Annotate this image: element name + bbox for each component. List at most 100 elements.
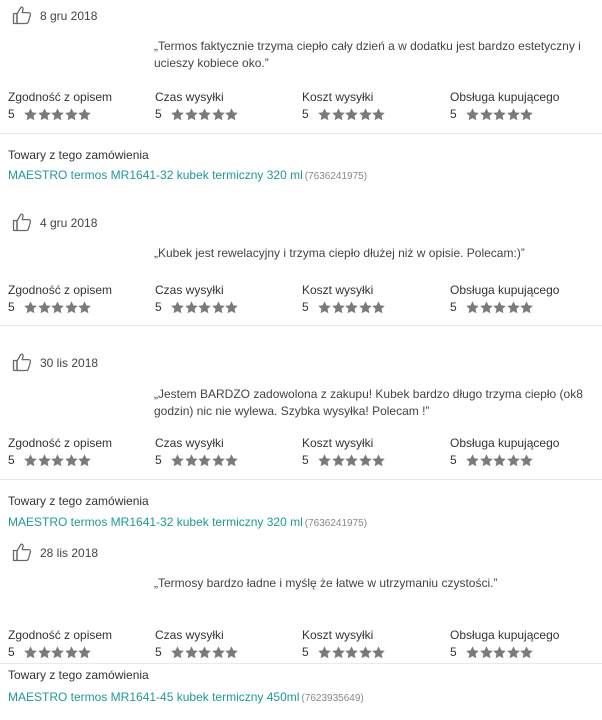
review-comment: „Termos faktycznie trzyma ciepło cały dz… [154, 39, 581, 70]
star-icon [345, 300, 358, 314]
review-comment: „Kubek jest rewelacyjny i trzyma ciepło … [154, 246, 525, 260]
rating-label: Koszt wysyłki [302, 628, 374, 642]
star-rating [318, 453, 386, 467]
star-icon [171, 107, 184, 121]
star-icon [184, 107, 198, 121]
rating-score: 5 [8, 453, 15, 467]
rating-column: Zgodność z opisem 5 [8, 628, 148, 659]
star-icon [520, 453, 534, 467]
rating-score: 5 [302, 107, 309, 121]
star-icon [51, 645, 64, 659]
star-icon [184, 645, 198, 659]
review-date: 28 lis 2018 [40, 546, 99, 560]
rating-row: 5 [302, 453, 442, 467]
rating-label: Czas wysyłki [155, 436, 224, 450]
rating-row: 5 [155, 453, 295, 467]
star-icon [493, 645, 506, 659]
rating-row: 5 [302, 645, 442, 659]
rating-score: 5 [302, 300, 309, 314]
star-icon [51, 453, 64, 467]
review-header: 4 gru 2018 [12, 211, 97, 233]
rating-column: Obsługa kupującego 5 [450, 90, 590, 121]
review-date: 8 gru 2018 [40, 9, 98, 23]
divider [0, 663, 602, 664]
rating-row: 5 [450, 645, 590, 659]
star-icon [225, 453, 239, 467]
thumbs-up-icon [12, 212, 32, 232]
rating-score: 5 [8, 645, 15, 659]
rating-column: Koszt wysyłki 5 [302, 90, 442, 121]
star-icon [493, 453, 506, 467]
star-icon [520, 645, 534, 659]
rating-grid: Zgodność z opisem 5 Czas wysyłki 5 Koszt wys… [8, 436, 602, 476]
product-link[interactable]: MAESTRO termos MR1641-32 kubek termiczny… [8, 168, 303, 182]
review-date: 30 lis 2018 [40, 356, 99, 370]
star-icon [479, 107, 493, 121]
star-icon [345, 645, 358, 659]
star-icon [331, 645, 345, 659]
rating-column: Obsługa kupującego 5 [450, 628, 590, 659]
product-id: (7636241975) [304, 518, 368, 529]
star-rating [466, 300, 534, 314]
rating-label: Obsługa kupującego [450, 283, 560, 297]
rating-row: 5 [8, 300, 148, 314]
rating-label: Koszt wysyłki [302, 90, 374, 104]
rating-score: 5 [302, 453, 309, 467]
star-icon [37, 107, 51, 121]
star-icon [372, 107, 386, 121]
star-icon [358, 453, 372, 467]
star-icon [198, 107, 211, 121]
star-icon [198, 645, 211, 659]
rating-label: Czas wysyłki [155, 283, 224, 297]
rating-column: Koszt wysyłki 5 [302, 283, 442, 314]
rating-score: 5 [155, 453, 162, 467]
star-rating [318, 107, 386, 121]
product-id: (7623935649) [301, 693, 364, 704]
star-icon [318, 645, 331, 659]
product-link[interactable]: MAESTRO termos MR1641-45 kubek termiczny… [8, 690, 299, 704]
rating-label: Koszt wysyłki [302, 283, 374, 297]
order-items-heading: Towary z tego zamówienia [8, 668, 149, 682]
rating-row: 5 [450, 453, 590, 467]
star-icon [24, 107, 37, 121]
rating-grid: Zgodność z opisem 5 Czas wysyłki 5 Koszt wys… [8, 628, 602, 668]
star-icon [198, 453, 211, 467]
rating-score: 5 [155, 645, 162, 659]
star-rating [24, 645, 92, 659]
star-icon [318, 453, 331, 467]
star-icon [506, 453, 520, 467]
star-icon [78, 107, 92, 121]
star-icon [466, 107, 479, 121]
rating-column: Obsługa kupującego 5 [450, 436, 590, 467]
star-icon [51, 107, 64, 121]
rating-label: Zgodność z opisem [8, 436, 113, 450]
star-icon [506, 645, 520, 659]
rating-row: 5 [450, 300, 590, 314]
star-icon [24, 300, 37, 314]
rating-row: 5 [450, 107, 590, 121]
star-icon [466, 453, 479, 467]
rating-column: Zgodność z opisem 5 [8, 283, 148, 314]
star-icon [358, 300, 372, 314]
divider [0, 325, 602, 326]
star-icon [211, 300, 225, 314]
star-icon [211, 645, 225, 659]
review-header: 28 lis 2018 [12, 541, 98, 563]
order-items-heading: Towary z tego zamówienia [8, 494, 149, 508]
star-icon [64, 453, 78, 467]
star-icon [479, 453, 493, 467]
order-product: MAESTRO termos MR1641-32 kubek termiczny… [8, 168, 367, 182]
rating-score: 5 [8, 107, 15, 121]
rating-column: Czas wysyłki 5 [155, 436, 295, 467]
product-link[interactable]: MAESTRO termos MR1641-32 kubek termiczny… [8, 515, 303, 529]
star-icon [64, 645, 78, 659]
rating-grid: Zgodność z opisem 5 Czas wysyłki 5 Koszt wys… [8, 283, 602, 323]
rating-row: 5 [8, 453, 148, 467]
rating-column: Zgodność z opisem 5 [8, 436, 148, 467]
star-icon [520, 300, 534, 314]
order-product: MAESTRO termos MR1641-32 kubek termiczny… [8, 515, 367, 529]
star-icon [506, 107, 520, 121]
star-icon [198, 300, 211, 314]
review-comment: „Jestem BARDZO zadowolona z zakupu! Kube… [154, 387, 583, 418]
star-icon [225, 107, 239, 121]
